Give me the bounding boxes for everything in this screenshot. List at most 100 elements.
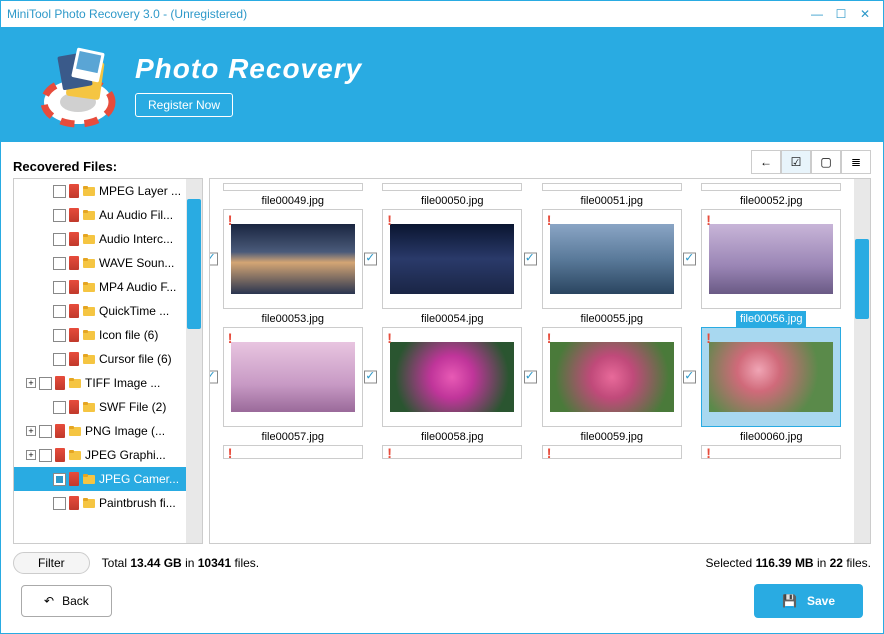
tree-checkbox[interactable] bbox=[53, 329, 66, 342]
thumbnail-cell[interactable]: file00058.jpg! bbox=[374, 429, 532, 459]
tree-item-label: MPEG Layer ... bbox=[99, 184, 181, 198]
tree-checkbox[interactable] bbox=[53, 305, 66, 318]
filetype-icon bbox=[55, 376, 65, 390]
check-view-icon[interactable]: ☑ bbox=[781, 150, 811, 174]
thumbnail-checkbox[interactable] bbox=[364, 253, 377, 266]
save-button[interactable]: 💾 Save bbox=[754, 584, 863, 618]
tree-checkbox[interactable] bbox=[53, 353, 66, 366]
minimize-button[interactable]: — bbox=[805, 4, 829, 24]
tree-checkbox[interactable] bbox=[53, 497, 66, 510]
thumbnail-image bbox=[231, 224, 355, 294]
back-button[interactable]: ↶ Back bbox=[21, 585, 112, 617]
thumbnail-cell[interactable]: file00057.jpg! bbox=[214, 429, 372, 459]
tree-item-label: JPEG Camer... bbox=[99, 472, 179, 486]
thumbnail-box[interactable]: ! bbox=[542, 209, 682, 309]
thumbnail-checkbox[interactable] bbox=[209, 371, 218, 384]
thumbnail-filename: file00056.jpg bbox=[736, 311, 806, 327]
thumbnail-cell[interactable]: file00053.jpg! bbox=[214, 311, 372, 427]
tree-checkbox[interactable] bbox=[53, 281, 66, 294]
close-button[interactable]: ✕ bbox=[853, 4, 877, 24]
filetype-icon bbox=[69, 232, 79, 246]
thumbnail-cell[interactable]: file00055.jpg! bbox=[533, 311, 691, 427]
thumbnail-cell[interactable]: file00059.jpg! bbox=[533, 429, 691, 459]
folder-icon bbox=[82, 208, 96, 222]
tree-item[interactable]: MPEG Layer ... bbox=[14, 179, 202, 203]
tree-checkbox[interactable] bbox=[53, 233, 66, 246]
thumbnail-box[interactable]: ! bbox=[542, 327, 682, 427]
thumbnail-partial bbox=[542, 183, 682, 191]
tree-item[interactable]: Au Audio Fil... bbox=[14, 203, 202, 227]
tree-checkbox[interactable] bbox=[39, 449, 52, 462]
filter-button[interactable]: Filter bbox=[13, 552, 90, 574]
tree-item[interactable]: Cursor file (6) bbox=[14, 347, 202, 371]
thumbnail-box[interactable]: ! bbox=[382, 327, 522, 427]
thumbnail-filename: file00059.jpg bbox=[577, 429, 647, 445]
tree-item-label: Icon file (6) bbox=[99, 328, 158, 342]
thumbnail-checkbox[interactable] bbox=[364, 371, 377, 384]
expand-icon[interactable]: + bbox=[26, 378, 36, 388]
thumbnail-cell[interactable]: file00052.jpg! bbox=[693, 193, 851, 309]
back-arrow-icon[interactable]: ← bbox=[751, 150, 781, 174]
tree-item[interactable]: QuickTime ... bbox=[14, 299, 202, 323]
thumbnail-box[interactable]: ! bbox=[223, 209, 363, 309]
tree-item[interactable]: WAVE Soun... bbox=[14, 251, 202, 275]
tree-checkbox[interactable] bbox=[39, 425, 52, 438]
app-logo-icon bbox=[25, 35, 135, 135]
tree-item[interactable]: JPEG Camer... bbox=[14, 467, 202, 491]
tree-checkbox[interactable] bbox=[53, 209, 66, 222]
thumbnail-checkbox[interactable] bbox=[209, 253, 218, 266]
thumbnail-filename: file00051.jpg bbox=[577, 193, 647, 209]
folder-icon bbox=[68, 424, 82, 438]
thumbnail-box[interactable]: ! bbox=[701, 209, 841, 309]
thumbnail-grid: file00049.jpg!file00050.jpg!file00051.jp… bbox=[209, 178, 871, 544]
thumbnail-cell[interactable]: file00050.jpg! bbox=[374, 193, 532, 309]
thumbnail-cell[interactable]: file00060.jpg! bbox=[693, 429, 851, 459]
tree-item-label: TIFF Image ... bbox=[85, 376, 160, 390]
tree-item-label: MP4 Audio F... bbox=[99, 280, 176, 294]
thumbnail-box[interactable]: ! bbox=[382, 209, 522, 309]
tree-checkbox[interactable] bbox=[53, 401, 66, 414]
tree-item-label: Cursor file (6) bbox=[99, 352, 172, 366]
tree-item[interactable]: SWF File (2) bbox=[14, 395, 202, 419]
thumbnail-partial bbox=[701, 183, 841, 191]
thumbnail-checkbox[interactable] bbox=[683, 371, 696, 384]
thumbnail-partial: ! bbox=[223, 445, 363, 459]
expand-icon[interactable]: + bbox=[26, 426, 36, 436]
tree-checkbox[interactable] bbox=[53, 473, 66, 486]
thumbnail-box[interactable]: ! bbox=[701, 327, 841, 427]
thumbnail-filename: file00049.jpg bbox=[258, 193, 328, 209]
tree-checkbox[interactable] bbox=[39, 377, 52, 390]
grid-scrollbar[interactable] bbox=[854, 179, 870, 543]
thumbnail-checkbox[interactable] bbox=[524, 253, 537, 266]
thumbnail-cell[interactable]: file00051.jpg! bbox=[533, 193, 691, 309]
filetype-icon bbox=[69, 472, 79, 486]
filetype-icon bbox=[69, 496, 79, 510]
tree-checkbox[interactable] bbox=[53, 185, 66, 198]
tree-checkbox[interactable] bbox=[53, 257, 66, 270]
register-button[interactable]: Register Now bbox=[135, 93, 233, 117]
single-view-icon[interactable]: ▢ bbox=[811, 150, 841, 174]
tree-item[interactable]: MP4 Audio F... bbox=[14, 275, 202, 299]
thumbnail-cell[interactable]: file00049.jpg! bbox=[214, 193, 372, 309]
thumbnail-cell[interactable]: file00054.jpg! bbox=[374, 311, 532, 427]
thumbnail-checkbox[interactable] bbox=[524, 371, 537, 384]
thumbnail-image bbox=[390, 342, 514, 412]
maximize-button[interactable]: ☐ bbox=[829, 4, 853, 24]
tree-item[interactable]: Audio Interc... bbox=[14, 227, 202, 251]
tree-scrollbar[interactable] bbox=[186, 179, 202, 543]
tree-item[interactable]: Icon file (6) bbox=[14, 323, 202, 347]
window-title: MiniTool Photo Recovery 3.0 - (Unregiste… bbox=[7, 7, 805, 21]
thumbnail-image bbox=[709, 342, 833, 412]
folder-icon bbox=[82, 352, 96, 366]
tree-item[interactable]: Paintbrush fi... bbox=[14, 491, 202, 515]
tree-item[interactable]: + TIFF Image ... bbox=[14, 371, 202, 395]
tree-item[interactable]: +PNG Image (... bbox=[14, 419, 202, 443]
thumbnail-partial: ! bbox=[382, 445, 522, 459]
thumbnail-box[interactable]: ! bbox=[223, 327, 363, 427]
thumbnail-cell[interactable]: file00056.jpg! bbox=[693, 311, 851, 427]
expand-icon[interactable]: + bbox=[26, 450, 36, 460]
list-view-icon[interactable]: ≣ bbox=[841, 150, 871, 174]
filetype-icon bbox=[55, 424, 65, 438]
tree-item[interactable]: +JPEG Graphi... bbox=[14, 443, 202, 467]
thumbnail-checkbox[interactable] bbox=[683, 253, 696, 266]
